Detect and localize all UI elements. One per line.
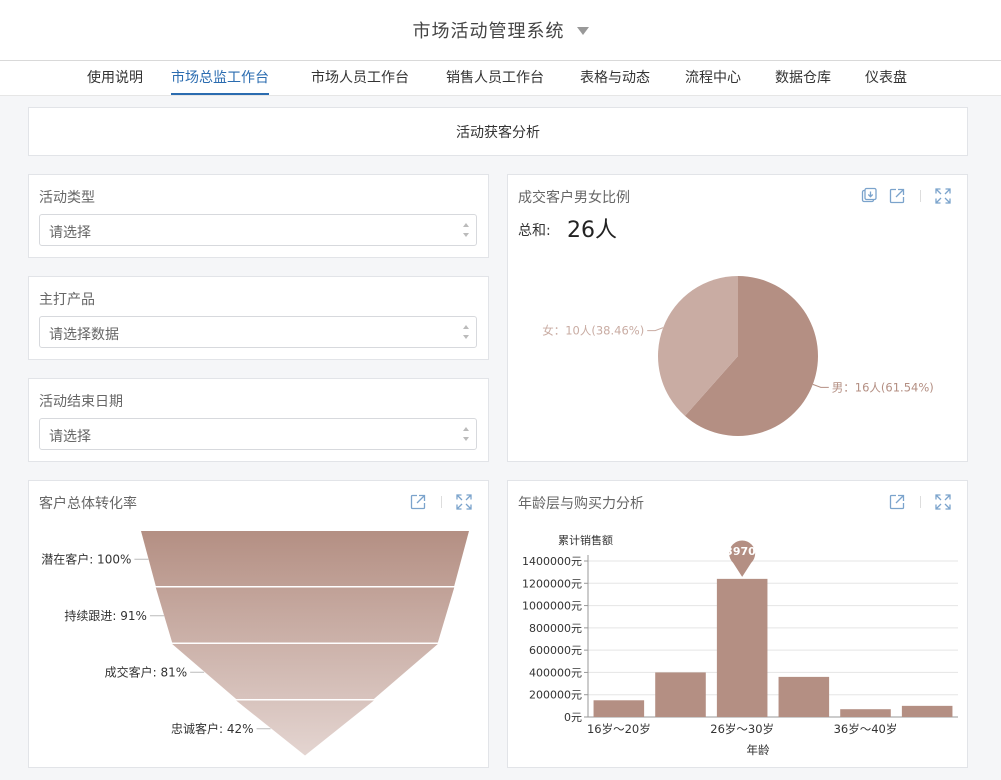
- gender-pie-chart: 男：16人(61.54%) 女：10人(38.46%): [542, 276, 934, 436]
- age-bar-chart: 累计销售额 0元 200000元 400000元 600000元 800000元 10000…: [522, 533, 958, 757]
- conversion-funnel-card: 客户总体转化率 潜在客户: 100% 持续跟进: 91% 成交客户: 81% 忠诚客户…: [28, 480, 489, 768]
- main-product-select[interactable]: 请选择数据: [39, 316, 477, 348]
- end-date-select[interactable]: 请选择: [39, 418, 477, 450]
- fullscreen-icon[interactable]: [934, 187, 952, 205]
- icon-divider: [920, 190, 921, 202]
- bar-2: [655, 672, 706, 717]
- select-placeholder: 请选择: [49, 225, 91, 241]
- activity-type-select[interactable]: 请选择: [39, 214, 477, 246]
- app-header: 市场活动管理系统: [0, 0, 1001, 61]
- funnel-label: 成交客户: 81%: [105, 664, 188, 679]
- tab-marketing-staff[interactable]: 市场人员工作台: [311, 61, 409, 95]
- select-arrows-icon: [463, 427, 469, 441]
- x-axis-title: 年龄: [747, 743, 770, 757]
- y-tick-label: 1200000元: [522, 577, 582, 590]
- app-switcher-caret-icon[interactable]: [576, 27, 589, 35]
- age-purchase-card: 年龄层与购买力分析 累计销售额 0元 200000元 400000元 600000元 80…: [507, 480, 968, 768]
- tab-workflow[interactable]: 流程中心: [685, 61, 741, 95]
- select-arrows-icon: [463, 325, 469, 339]
- y-tick-label: 600000元: [529, 644, 582, 657]
- bar-6: [901, 705, 953, 717]
- x-tick-label: 36岁～40岁: [834, 722, 898, 736]
- fullscreen-icon[interactable]: [455, 493, 473, 511]
- fullscreen-icon[interactable]: [934, 493, 952, 511]
- pie-label: 男：16人(61.54%): [832, 380, 934, 394]
- open-external-icon[interactable]: [888, 493, 906, 511]
- main-nav: 使用说明 市场总监工作台 市场人员工作台 销售人员工作台 表格与动态 流程中心 …: [0, 61, 1001, 96]
- section-banner: 活动获客分析: [28, 107, 968, 156]
- tab-marketing-director[interactable]: 市场总监工作台: [171, 61, 269, 95]
- app-title: 市场活动管理系统: [412, 21, 565, 42]
- funnel-label: 持续跟进: 91%: [64, 608, 147, 623]
- pie-label: 女：10人(38.46%): [542, 324, 644, 338]
- x-tick-label: 26岁～30岁: [710, 722, 774, 736]
- card-title: 年龄层与购买力分析: [518, 496, 644, 512]
- select-placeholder: 请选择: [49, 429, 91, 445]
- x-tick-label: 16岁～20岁: [587, 722, 651, 736]
- y-tick-label: 1000000元: [522, 600, 582, 613]
- y-tick-label: 200000元: [529, 689, 582, 702]
- icon-divider: [920, 496, 921, 508]
- funnel-stage-4: [236, 700, 374, 756]
- funnel-stage-3: [172, 644, 438, 699]
- funnel-label: 忠诚客户: 42%: [171, 721, 254, 736]
- icon-divider: [441, 496, 442, 508]
- pie-label-line: [812, 383, 829, 388]
- value-marker-label: 1239700元: [710, 545, 775, 558]
- bar-4: [778, 676, 830, 717]
- pie-label-line: [647, 327, 664, 332]
- select-arrows-icon: [463, 223, 469, 237]
- section-title: 活动获客分析: [456, 124, 540, 141]
- open-external-icon[interactable]: [888, 187, 906, 205]
- select-placeholder: 请选择数据: [49, 327, 119, 343]
- filter-main-product: 主打产品 请选择数据: [28, 276, 489, 360]
- filter-label: 活动结束日期: [39, 394, 123, 410]
- open-external-icon[interactable]: [409, 493, 427, 511]
- bar-1: [593, 700, 645, 717]
- tab-data-warehouse[interactable]: 数据仓库: [775, 61, 831, 95]
- y-tick-label: 1400000元: [522, 555, 582, 568]
- tab-tables-feed[interactable]: 表格与动态: [580, 61, 650, 95]
- tab-sales-staff[interactable]: 销售人员工作台: [446, 61, 544, 95]
- y-tick-label: 400000元: [529, 666, 582, 679]
- bar-3: [716, 578, 768, 717]
- conversion-funnel-chart: 潜在客户: 100% 持续跟进: 91% 成交客户: 81% 忠诚客户: 42%: [41, 531, 469, 756]
- y-tick-label: 0元: [564, 711, 582, 724]
- card-title: 成交客户男女比例: [518, 190, 630, 206]
- filter-activity-type: 活动类型 请选择: [28, 174, 489, 258]
- gender-ratio-card: 成交客户男女比例 总和: 26人 男：16人(61.54%) 女：10人(38.4…: [507, 174, 968, 462]
- tab-dashboard[interactable]: 仪表盘: [865, 61, 907, 95]
- tab-usage-guide[interactable]: 使用说明: [87, 61, 143, 95]
- bar-5: [840, 709, 891, 717]
- y-tick-label: 800000元: [529, 622, 582, 635]
- download-icon[interactable]: [860, 187, 878, 205]
- funnel-stage-1: [141, 531, 469, 586]
- filter-label: 活动类型: [39, 190, 95, 206]
- funnel-label: 潜在客户: 100%: [41, 551, 131, 566]
- filter-end-date: 活动结束日期 请选择: [28, 378, 489, 462]
- filter-label: 主打产品: [39, 292, 95, 308]
- funnel-stage-2: [155, 587, 455, 643]
- y-axis-title: 累计销售额: [558, 533, 613, 547]
- card-title: 客户总体转化率: [39, 496, 137, 512]
